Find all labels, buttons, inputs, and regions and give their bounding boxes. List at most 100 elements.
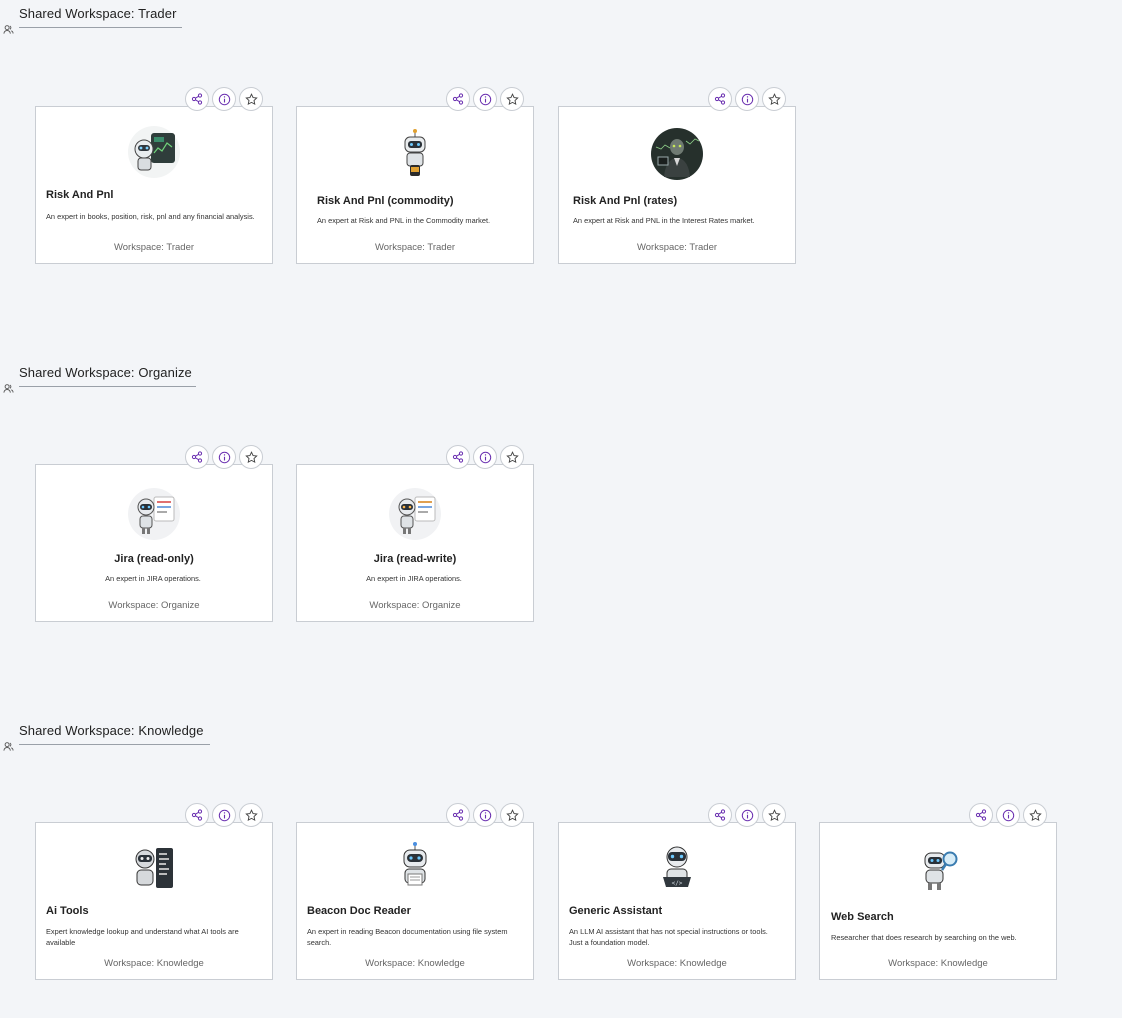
card-workspace: Workspace: Knowledge	[627, 958, 727, 969]
info-button[interactable]	[996, 803, 1020, 827]
agent-card-risk-and-pnl[interactable]: Risk And Pnl An expert in books, positio…	[35, 87, 273, 264]
info-icon	[218, 451, 230, 463]
info-icon	[479, 93, 491, 105]
card-workspace: Workspace: Trader	[636, 242, 718, 253]
card-actions	[446, 445, 524, 469]
share-button[interactable]	[446, 445, 470, 469]
robot-avatar-icon	[388, 841, 442, 895]
star-icon	[244, 450, 258, 463]
card-actions	[185, 803, 263, 827]
agent-card-risk-and-pnl-commodity[interactable]: Risk And Pnl (commodity) An expert at Ri…	[296, 87, 534, 264]
section-title: Shared Workspace: Knowledge	[19, 723, 204, 738]
favorite-button[interactable]	[500, 445, 524, 469]
favorite-button[interactable]	[1023, 803, 1047, 827]
card-workspace: Workspace: Trader	[113, 242, 195, 253]
favorite-button[interactable]	[239, 445, 263, 469]
card-title: Generic Assistant	[569, 905, 663, 917]
card-title: Risk And Pnl	[46, 189, 114, 201]
share-button[interactable]	[185, 87, 209, 111]
card-workspace: Workspace: Organize	[108, 600, 200, 611]
share-button[interactable]	[708, 87, 732, 111]
robot-avatar-icon	[127, 125, 181, 179]
card-title: Beacon Doc Reader	[307, 905, 411, 917]
card-title: Risk And Pnl (commodity)	[317, 195, 454, 207]
info-button[interactable]	[735, 87, 759, 111]
card-actions	[708, 803, 786, 827]
share-icon	[191, 809, 203, 821]
share-button[interactable]	[446, 803, 470, 827]
robot-avatar-icon	[911, 843, 965, 897]
agent-card-jira-read-only[interactable]: Jira (read-only) An expert in JIRA opera…	[35, 445, 273, 622]
share-button[interactable]	[185, 803, 209, 827]
favorite-button[interactable]	[239, 803, 263, 827]
card-description: An expert at Risk and PNL in the Interes…	[573, 216, 755, 225]
share-icon	[452, 451, 464, 463]
card-description: An expert in books, position, risk, pnl …	[46, 212, 255, 221]
info-button[interactable]	[473, 803, 497, 827]
favorite-button[interactable]	[239, 87, 263, 111]
agent-card-jira-read-write[interactable]: Jira (read-write) An expert in JIRA oper…	[296, 445, 534, 622]
share-icon	[714, 809, 726, 821]
robot-avatar-icon	[388, 487, 442, 541]
info-icon	[218, 93, 230, 105]
share-button[interactable]	[969, 803, 993, 827]
card-description: Expert knowledge lookup and understand w…	[46, 927, 239, 947]
star-icon	[767, 92, 781, 105]
star-icon	[767, 808, 781, 821]
info-icon	[479, 809, 491, 821]
card-description: An expert at Risk and PNL in the Commodi…	[317, 216, 491, 225]
share-icon	[714, 93, 726, 105]
section-underline	[19, 27, 182, 28]
info-icon	[1002, 809, 1014, 821]
star-icon	[505, 808, 519, 821]
agent-card-beacon-doc-reader[interactable]: Beacon Doc Reader An expert in reading B…	[296, 803, 534, 980]
info-icon	[741, 809, 753, 821]
star-icon	[505, 450, 519, 463]
info-button[interactable]	[212, 87, 236, 111]
favorite-button[interactable]	[500, 803, 524, 827]
card-workspace: Workspace: Organize	[369, 600, 461, 611]
agent-card-risk-and-pnl-rates[interactable]: Risk And Pnl (rates) An expert at Risk a…	[558, 87, 796, 264]
card-actions	[969, 803, 1047, 827]
share-icon	[975, 809, 987, 821]
favorite-button[interactable]	[762, 87, 786, 111]
card-actions	[446, 803, 524, 827]
share-button[interactable]	[708, 803, 732, 827]
svg-text:</>: </>	[672, 880, 683, 887]
favorite-button[interactable]	[500, 87, 524, 111]
card-workspace: Workspace: Trader	[374, 242, 456, 253]
section-title: Shared Workspace: Trader	[19, 6, 177, 21]
favorite-button[interactable]	[762, 803, 786, 827]
star-icon	[244, 92, 258, 105]
card-actions	[185, 445, 263, 469]
info-button[interactable]	[735, 803, 759, 827]
card-actions	[446, 87, 524, 111]
agent-card-web-search[interactable]: Web Search Researcher that does research…	[819, 803, 1057, 980]
section-underline	[19, 744, 210, 745]
info-icon	[741, 93, 753, 105]
info-button[interactable]	[473, 87, 497, 111]
share-icon	[452, 93, 464, 105]
info-button[interactable]	[212, 445, 236, 469]
info-button[interactable]	[473, 445, 497, 469]
share-icon	[452, 809, 464, 821]
users-icon	[3, 22, 14, 40]
share-button[interactable]	[446, 87, 470, 111]
card-description: Researcher that does research by searchi…	[831, 933, 1017, 942]
card-workspace: Workspace: Knowledge	[365, 958, 465, 969]
card-description: An LLM AI assistant that has not special…	[569, 927, 768, 947]
agent-card-ai-tools[interactable]: Ai Tools Expert knowledge lookup and und…	[35, 803, 273, 980]
share-button[interactable]	[185, 445, 209, 469]
info-icon	[218, 809, 230, 821]
card-title: Jira (read-only)	[114, 553, 194, 565]
section-title: Shared Workspace: Organize	[19, 365, 192, 380]
card-description: An expert in JIRA operations.	[366, 574, 462, 583]
star-icon	[1028, 808, 1042, 821]
card-workspace: Workspace: Knowledge	[104, 958, 204, 969]
robot-avatar-icon: </>	[650, 841, 704, 895]
star-icon	[505, 92, 519, 105]
robot-avatar-icon	[127, 841, 181, 895]
info-button[interactable]	[212, 803, 236, 827]
star-icon	[244, 808, 258, 821]
agent-card-generic-assistant[interactable]: </> Generic Assistant An LLM AI assistan…	[558, 803, 796, 980]
